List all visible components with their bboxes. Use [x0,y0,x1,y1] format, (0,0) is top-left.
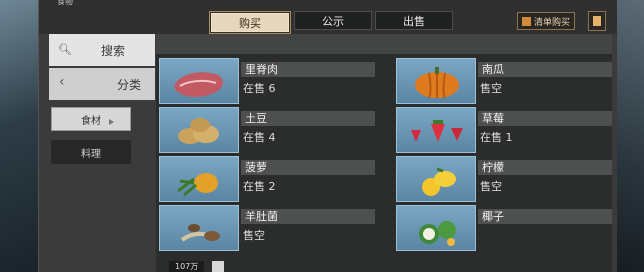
item-name: 椰子 [478,209,612,224]
list-item[interactable]: 南瓜 售空 [396,58,618,104]
item-name: 土豆 [241,111,375,126]
list-item[interactable]: 土豆 在售 4 [159,107,381,153]
sub-category-cooking[interactable]: 料理 [51,140,131,164]
pumpkin-icon [415,67,459,99]
potato-icon [178,118,219,144]
sub-category-label: 料理 [81,148,101,160]
chevron-left-icon: ‹ [59,74,65,90]
item-status: 在售 6 [243,82,276,95]
item-thumbnail [159,205,239,251]
category-button[interactable]: ‹ 分类 [49,68,155,100]
list-item[interactable]: 椰子 [396,205,618,251]
item-status: 在售 1 [480,131,513,144]
list-item[interactable]: 羊肚菌 售空 [159,205,381,251]
tab-buy-wrapper: 购买 [209,11,291,34]
tab-buy[interactable]: 购买 [211,13,289,32]
sidebar: 🔍︎ 搜索 ‹ 分类 [49,34,155,100]
tab-bar: 购买 公示 出售 [209,11,456,34]
document-button[interactable] [588,11,606,31]
pineapple-icon [177,173,218,197]
item-name: 柠檬 [478,160,612,175]
search-button[interactable]: 🔍︎ 搜索 [49,34,155,66]
item-status: 在售 2 [243,180,276,193]
item-status: 售空 [480,82,502,95]
shop-panel: 食物 购买 公示 出售 清单购买 🔍︎ 搜索 ‹ 分类 食材 料理 里脊肉 在售… [38,0,617,272]
mushroom-icon [180,224,220,242]
item-list: 里脊肉 在售 6 南瓜 售空 土豆 在售 4 草莓 在售 1 菠萝 在售 2 柠… [156,34,612,272]
corner-title: 食物 [57,0,73,6]
list-item[interactable]: 草莓 在售 1 [396,107,618,153]
coconut-icon [419,221,456,246]
item-name: 南瓜 [478,62,612,77]
item-status: 在售 4 [243,131,276,144]
item-name: 羊肚菌 [241,209,375,224]
tab-sell[interactable]: 出售 [375,11,453,30]
search-icon: 🔍︎ [58,43,72,56]
list-buy-label: 清单购买 [534,17,571,28]
background-left [0,0,40,272]
item-name: 草莓 [478,111,612,126]
item-name: 里脊肉 [241,62,375,77]
item-thumbnail [159,107,239,153]
cursor-icon [109,119,114,125]
item-status: 售空 [243,229,265,242]
shop-icon [522,16,531,26]
list-item[interactable]: 柠檬 售空 [396,156,618,202]
item-thumbnail [396,205,476,251]
currency-display: 107万 [169,261,205,272]
sub-category-label: 食材 [81,115,101,127]
list-item[interactable]: 里脊肉 在售 6 [159,58,381,104]
item-name: 菠萝 [241,160,375,175]
add-currency-button[interactable] [212,261,225,272]
list-buy-button[interactable]: 清单购买 [517,12,576,30]
list-header [156,34,612,54]
search-label: 搜索 [101,43,126,58]
bottom-bar: 107万 [169,261,225,272]
item-thumbnail [159,58,239,104]
document-icon [593,16,601,26]
strawberry-icon [411,120,463,142]
item-status: 售空 [480,180,502,193]
list-item[interactable]: 菠萝 在售 2 [159,156,381,202]
category-label: 分类 [117,77,142,92]
lemon-icon [422,167,456,196]
tab-notice[interactable]: 公示 [294,11,372,30]
item-thumbnail [396,58,476,104]
sub-category-ingredients[interactable]: 食材 [51,107,131,131]
item-thumbnail [396,107,476,153]
item-thumbnail [159,156,239,202]
meat-icon [174,72,223,97]
item-thumbnail [396,156,476,202]
